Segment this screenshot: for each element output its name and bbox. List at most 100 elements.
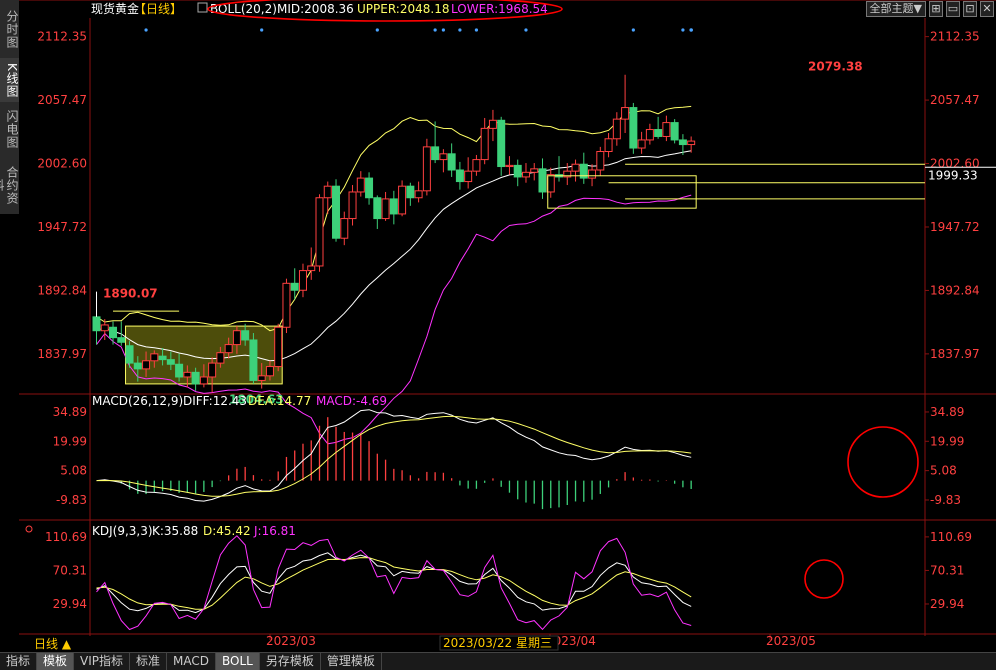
price-tick-label-right: 2112.35 bbox=[930, 30, 980, 44]
candle-body bbox=[332, 185, 341, 239]
macd-tick-label-left: -9.83 bbox=[56, 493, 87, 507]
candle-body bbox=[389, 198, 398, 215]
macd-tick-label-right: 34.89 bbox=[930, 405, 964, 419]
tab-macd[interactable]: MACD bbox=[167, 653, 217, 670]
candle-body bbox=[521, 171, 530, 178]
macd-tick-label-right: -9.83 bbox=[930, 493, 961, 507]
macd-dea: DEA:14.77 bbox=[248, 394, 311, 408]
candle-body bbox=[224, 344, 233, 354]
event-marker bbox=[458, 28, 462, 32]
event-marker bbox=[689, 28, 693, 32]
candle-body bbox=[356, 177, 365, 193]
kdj-tick-label-right: 70.31 bbox=[930, 563, 964, 577]
grid-icon[interactable]: ⊞ bbox=[929, 1, 943, 17]
boll-upper: UPPER:2048.18 bbox=[357, 2, 449, 16]
candle-body bbox=[142, 360, 151, 370]
close-icon[interactable]: ✕ bbox=[980, 1, 994, 17]
kdj-k: K:35.88 bbox=[152, 524, 198, 538]
candle-body bbox=[414, 190, 423, 199]
price-tick-label-left: 2002.60 bbox=[37, 157, 87, 171]
chart-canvas[interactable]: 2112.35 2112.352057.47 2057.472002.60 2002.… bbox=[0, 0, 996, 669]
candle-body bbox=[398, 185, 407, 215]
tab-fenshi[interactable]: 分时图 bbox=[0, 0, 19, 58]
tab-standard[interactable]: 标准 bbox=[130, 653, 168, 670]
toolbar: 全部主题▼ ⊞ ▭ ⊡ ✕ bbox=[865, 1, 994, 17]
candle-body bbox=[612, 118, 621, 140]
tab-indicator[interactable]: 指标 bbox=[0, 653, 38, 670]
price-tick-label-left: 1892.84 bbox=[37, 283, 87, 297]
candle-body bbox=[439, 153, 448, 161]
bottom-toolbar: 指标 模板 VIP指标 标准 MACD BOLL 另存模板 管理模板 bbox=[0, 652, 996, 670]
candle-body bbox=[290, 282, 299, 291]
tab-save-template[interactable]: 另存模板 bbox=[260, 653, 321, 670]
tab-manage-template[interactable]: 管理模板 bbox=[321, 653, 382, 670]
macd-value: MACD:-4.69 bbox=[316, 394, 387, 408]
candle-body bbox=[208, 362, 217, 378]
event-marker bbox=[681, 28, 685, 32]
candle-body bbox=[216, 352, 225, 364]
tab-template[interactable]: 模板 bbox=[37, 653, 75, 670]
theme-select[interactable]: 全部主题▼ bbox=[865, 1, 926, 17]
macd-diff: DIFF:12.43 bbox=[183, 394, 247, 408]
macd-tick-label-left: 34.89 bbox=[53, 405, 87, 419]
candle-body bbox=[604, 138, 613, 152]
candle-body bbox=[596, 151, 605, 171]
candle-body bbox=[662, 122, 671, 137]
macd-label: MACD(26,12,9) bbox=[92, 394, 183, 408]
candle-body bbox=[629, 107, 638, 149]
candle-body bbox=[571, 163, 580, 172]
theme-label: 全部主题 bbox=[869, 2, 914, 15]
layout-icon[interactable]: ⊡ bbox=[963, 1, 977, 17]
tab-kline[interactable]: K线图 bbox=[0, 58, 19, 102]
price-tick-label-left: 1837.97 bbox=[37, 347, 87, 361]
candle-body bbox=[497, 119, 506, 168]
peak-annotation: 2079.38 bbox=[808, 60, 863, 74]
event-marker bbox=[524, 28, 528, 32]
candle-body bbox=[183, 371, 192, 378]
candle-body bbox=[472, 159, 481, 172]
period-label: 【日线】 bbox=[134, 2, 182, 16]
candle-body bbox=[422, 146, 431, 192]
candle-body bbox=[678, 139, 687, 146]
event-marker bbox=[441, 28, 445, 32]
kdj-tick-label-left: 29.94 bbox=[53, 597, 87, 611]
macd-tick-label-left: 5.08 bbox=[60, 464, 87, 478]
candle-body bbox=[109, 326, 118, 339]
candle-body bbox=[488, 119, 497, 129]
period-toggle: 日线 ▲ bbox=[34, 637, 72, 651]
price-tag-label: 1999.33 bbox=[928, 168, 978, 182]
price-tick-label-right: 2057.47 bbox=[930, 93, 980, 107]
candle-body bbox=[588, 169, 597, 179]
window-icon[interactable]: ▭ bbox=[946, 1, 960, 17]
candle-body bbox=[117, 337, 126, 343]
candle-body bbox=[480, 127, 489, 161]
candle-body bbox=[282, 282, 291, 328]
tab-boll[interactable]: BOLL bbox=[216, 653, 260, 670]
candle-body bbox=[257, 375, 266, 381]
high-annotation: 1890.07 bbox=[103, 287, 158, 301]
price-tick-label-right: 1837.97 bbox=[930, 347, 980, 361]
tab-vip-indicator[interactable]: VIP指标 bbox=[74, 653, 131, 670]
candle-body bbox=[100, 324, 109, 332]
candle-body bbox=[505, 164, 514, 168]
tab-contract-info[interactable]: 合约资料 bbox=[0, 156, 19, 214]
candle-body bbox=[538, 168, 547, 193]
date-tick-label: 2023/03 bbox=[266, 634, 316, 648]
event-marker bbox=[474, 28, 479, 32]
candle-body bbox=[125, 345, 134, 364]
candle-body bbox=[365, 177, 374, 199]
candle-body bbox=[670, 122, 679, 141]
event-marker bbox=[631, 28, 635, 32]
event-marker bbox=[260, 28, 264, 32]
cursor-date: 2023/03/22 星期三 bbox=[443, 636, 552, 650]
candle-body bbox=[274, 326, 283, 368]
candle-body bbox=[340, 218, 349, 239]
chevron-down-icon: ▼ bbox=[913, 2, 922, 15]
macd-tick-label-right: 5.08 bbox=[930, 464, 957, 478]
boll-mid: MID:2008.36 bbox=[277, 2, 354, 16]
date-tick-label: 2023/05 bbox=[766, 634, 816, 648]
symbol-title: 现货黄金 bbox=[91, 1, 139, 16]
tab-shandian[interactable]: 闪电图 bbox=[0, 102, 19, 156]
candle-body bbox=[455, 169, 464, 183]
candle-body bbox=[513, 164, 522, 178]
